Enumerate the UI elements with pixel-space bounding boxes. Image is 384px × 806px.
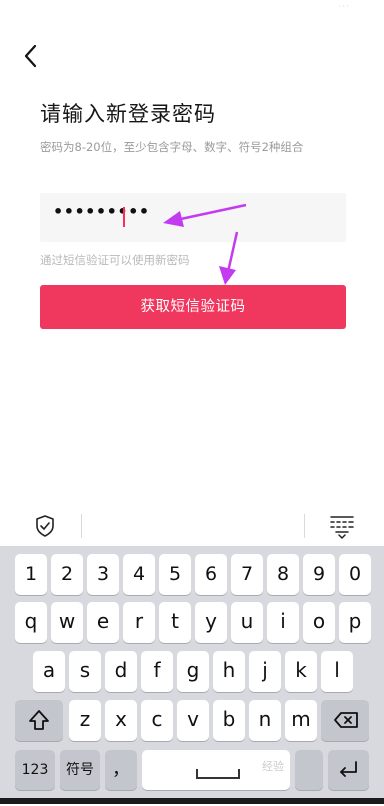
- key-k[interactable]: k: [285, 651, 317, 692]
- enter-icon: [340, 761, 357, 777]
- symbol-key[interactable]: 符号: [60, 750, 100, 790]
- bottom-edge: [0, 798, 384, 804]
- chevron-left-icon: [24, 44, 37, 68]
- mode-123-key[interactable]: 123: [15, 750, 55, 790]
- key-g[interactable]: g: [177, 651, 209, 692]
- key-5[interactable]: 5: [159, 554, 191, 595]
- backspace-key[interactable]: [321, 700, 369, 741]
- key-p[interactable]: p: [339, 602, 371, 643]
- key-h[interactable]: h: [213, 651, 245, 692]
- key-3[interactable]: 3: [87, 554, 119, 595]
- backspace-icon: [334, 712, 358, 728]
- key-0[interactable]: 0: [339, 554, 371, 595]
- password-rule-hint: 密码为8-20位，至少包含字母、数字、符号2种组合: [40, 140, 304, 154]
- key-x[interactable]: x: [105, 700, 137, 741]
- key-l[interactable]: l: [321, 651, 353, 692]
- annotation-arrows: [163, 203, 247, 285]
- shift-key[interactable]: [15, 700, 63, 741]
- toolbar-divider: [304, 514, 305, 538]
- comma-key[interactable]: ，: [105, 750, 137, 790]
- toolbar-divider: [81, 514, 82, 538]
- key-a[interactable]: a: [33, 651, 65, 692]
- key-7[interactable]: 7: [231, 554, 263, 595]
- key-v[interactable]: v: [177, 700, 209, 741]
- key-c[interactable]: c: [141, 700, 173, 741]
- get-sms-code-button[interactable]: 获取短信验证码: [40, 285, 346, 329]
- key-i[interactable]: i: [267, 602, 299, 643]
- enter-key[interactable]: [328, 750, 369, 790]
- key-2[interactable]: 2: [51, 554, 83, 595]
- text-caret: [123, 207, 125, 227]
- key-s[interactable]: s: [69, 651, 101, 692]
- key-b[interactable]: b: [213, 700, 245, 741]
- key-j[interactable]: j: [249, 651, 281, 692]
- key-q[interactable]: q: [15, 602, 47, 643]
- key-f[interactable]: f: [141, 651, 173, 692]
- space-icon: [196, 769, 240, 779]
- key-w[interactable]: w: [51, 602, 83, 643]
- key-y[interactable]: y: [195, 602, 227, 643]
- keyboard-hide-icon[interactable]: [328, 514, 356, 540]
- shift-up-icon: [29, 710, 49, 730]
- soft-keyboard: 1 2 3 4 5 6 7 8 9 0 q w e r t y u i o p …: [0, 546, 384, 804]
- key-m[interactable]: m: [285, 700, 317, 741]
- key-o[interactable]: o: [303, 602, 335, 643]
- key-1[interactable]: 1: [15, 554, 47, 595]
- key-4[interactable]: 4: [123, 554, 155, 595]
- key-n[interactable]: n: [249, 700, 281, 741]
- status-bar: ···: [0, 0, 384, 18]
- password-value: •••••••••: [53, 202, 150, 221]
- key-e[interactable]: e: [87, 602, 119, 643]
- keyboard-toolbar: [0, 510, 384, 544]
- password-input[interactable]: •••••••••: [40, 193, 346, 242]
- period-key[interactable]: [295, 750, 323, 790]
- key-8[interactable]: 8: [267, 554, 299, 595]
- page-title: 请输入新登录密码: [40, 102, 216, 126]
- key-t[interactable]: t: [159, 602, 191, 643]
- watermark: 经验: [262, 760, 284, 773]
- key-6[interactable]: 6: [195, 554, 227, 595]
- status-indicator: ···: [338, 2, 350, 12]
- key-9[interactable]: 9: [303, 554, 335, 595]
- key-d[interactable]: d: [105, 651, 137, 692]
- key-z[interactable]: z: [69, 700, 101, 741]
- sms-verification-hint: 通过短信验证可以使用新密码: [40, 253, 190, 267]
- shield-check-icon[interactable]: [34, 514, 56, 538]
- back-button[interactable]: [18, 40, 46, 72]
- key-u[interactable]: u: [231, 602, 263, 643]
- key-r[interactable]: r: [123, 602, 155, 643]
